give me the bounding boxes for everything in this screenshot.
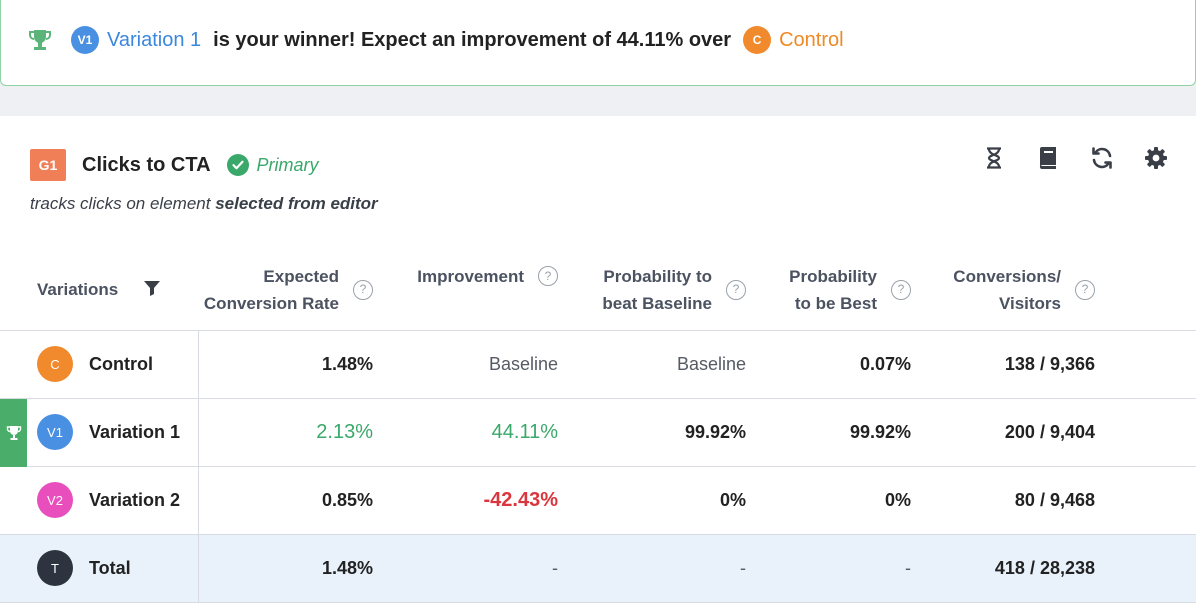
row-menu-cell — [1120, 398, 1196, 467]
cv-header-line1: Conversions/ — [953, 266, 1061, 286]
cv-value: 418 / 28,238 — [936, 534, 1120, 603]
table-header-row: Variations Expected Conversion Rate ? Imp… — [0, 250, 1196, 331]
row-menu-cell — [1120, 466, 1196, 535]
variation-1-badge: V1 — [37, 414, 73, 450]
control-badge: C — [743, 26, 772, 54]
refresh-icon[interactable] — [1090, 146, 1114, 170]
goal-header: G1 Clicks to CTA Primary — [30, 149, 319, 181]
help-icon[interactable]: ? — [538, 266, 558, 287]
winner-banner: V1 Variation 1 is your winner! Expect an… — [0, 0, 1196, 86]
cv-value: 200 / 9,404 — [936, 398, 1120, 467]
variation-cell: V2 Variation 2 — [0, 466, 199, 535]
pbest-value: 0.07% — [771, 330, 936, 399]
variations-header-label: Variations — [37, 279, 119, 299]
variation-1-badge: V1 — [71, 26, 99, 54]
gear-icon[interactable] — [1144, 146, 1168, 170]
cv-header-line2: Visitors — [998, 293, 1061, 313]
check-circle-icon — [226, 154, 249, 176]
variation-cell: V1 Variation 1 — [0, 398, 199, 467]
goal-card: G1 Clicks to CTA Primary tracks clicks o… — [0, 116, 1196, 606]
ecr-header-line2: Conversion Rate — [203, 293, 339, 313]
goal-description-emphasis: selected from editor — [215, 194, 378, 213]
ecr-value: 2.13% — [198, 398, 398, 467]
probability-best-header: Probability to be Best ? — [771, 250, 936, 331]
primary-goal-label: Primary — [256, 154, 319, 175]
filter-icon[interactable] — [143, 277, 161, 304]
pbest-header-line2: to be Best — [794, 293, 877, 313]
improvement-value: 44.11% — [398, 398, 583, 467]
variation-name[interactable]: Control — [89, 354, 153, 375]
variation-2-badge: V2 — [37, 482, 73, 518]
row-menu-cell — [1120, 330, 1196, 399]
pbest-header-line1: Probability — [789, 266, 877, 286]
cv-value: 80 / 9,468 — [936, 466, 1120, 535]
pbb-header-line1: Probability to — [603, 266, 712, 286]
variation-cell: T Total — [0, 534, 199, 603]
results-table: Variations Expected Conversion Rate ? Imp… — [0, 250, 1196, 603]
table-row-total: T Total 1.48% - - - 418 / 28,238 — [0, 534, 1196, 603]
pbest-value: 0% — [771, 466, 936, 535]
total-badge: T — [37, 550, 73, 586]
goal-description: tracks clicks on element selected from e… — [30, 194, 378, 214]
row-menu-cell — [1120, 534, 1196, 603]
winner-trophy-icon — [0, 398, 27, 467]
table-row-control: C Control 1.48% Baseline Baseline 0.07% … — [0, 330, 1196, 399]
control-link[interactable]: Control — [779, 29, 843, 52]
ecr-value: 1.48% — [198, 330, 398, 399]
cv-value: 138 / 9,366 — [936, 330, 1120, 399]
table-row-variation-1: V1 Variation 1 2.13% 44.11% 99.92% 99.92… — [0, 398, 1196, 467]
goal-title: Clicks to CTA — [82, 153, 211, 176]
improvement-value: - — [398, 534, 583, 603]
pbest-value: - — [771, 534, 936, 603]
pbb-value: Baseline — [583, 330, 771, 399]
improvement-header: Improvement ? — [398, 250, 583, 331]
winner-text: is your winner! Expect an improvement of… — [213, 28, 732, 51]
ecr-value: 0.85% — [198, 466, 398, 535]
variation-name[interactable]: Variation 1 — [89, 422, 180, 443]
control-badge: C — [37, 346, 73, 382]
ecr-value: 1.48% — [198, 534, 398, 603]
variations-header: Variations — [0, 250, 198, 331]
winner-message: V1 Variation 1 is your winner! Expect an… — [27, 25, 844, 55]
pbb-value: 0% — [583, 466, 771, 535]
goal-toolbar — [982, 146, 1168, 170]
help-icon[interactable]: ? — [726, 279, 746, 300]
help-icon[interactable]: ? — [891, 279, 911, 300]
table-row-variation-2: V2 Variation 2 0.85% -42.43% 0% 0% 80 / … — [0, 466, 1196, 535]
winner-variation-link[interactable]: Variation 1 — [107, 29, 201, 52]
help-icon[interactable]: ? — [1075, 279, 1095, 300]
improvement-value: -42.43% — [398, 466, 583, 535]
hourglass-icon[interactable] — [982, 146, 1006, 170]
ecr-header-line1: Expected — [263, 266, 339, 286]
variation-cell: C Control — [0, 330, 199, 399]
pbest-value: 99.92% — [771, 398, 936, 467]
actions-header — [1120, 250, 1196, 331]
help-icon[interactable]: ? — [353, 279, 373, 300]
variation-name[interactable]: Variation 2 — [89, 490, 180, 511]
pbb-header-line2: beat Baseline — [602, 293, 712, 313]
probability-beat-baseline-header: Probability to beat Baseline ? — [583, 250, 771, 331]
pbb-value: - — [583, 534, 771, 603]
pbb-value: 99.92% — [583, 398, 771, 467]
improvement-header-label: Improvement — [417, 266, 524, 286]
ecr-header: Expected Conversion Rate ? — [198, 250, 398, 331]
conversions-visitors-header: Conversions/Visitors ? — [936, 250, 1120, 331]
goal-description-text: tracks clicks on element — [30, 194, 211, 213]
goal-tag: G1 — [30, 149, 66, 181]
improvement-value: Baseline — [398, 330, 583, 399]
book-icon[interactable] — [1036, 146, 1060, 170]
trophy-icon — [27, 27, 53, 53]
variation-name: Total — [89, 557, 131, 578]
